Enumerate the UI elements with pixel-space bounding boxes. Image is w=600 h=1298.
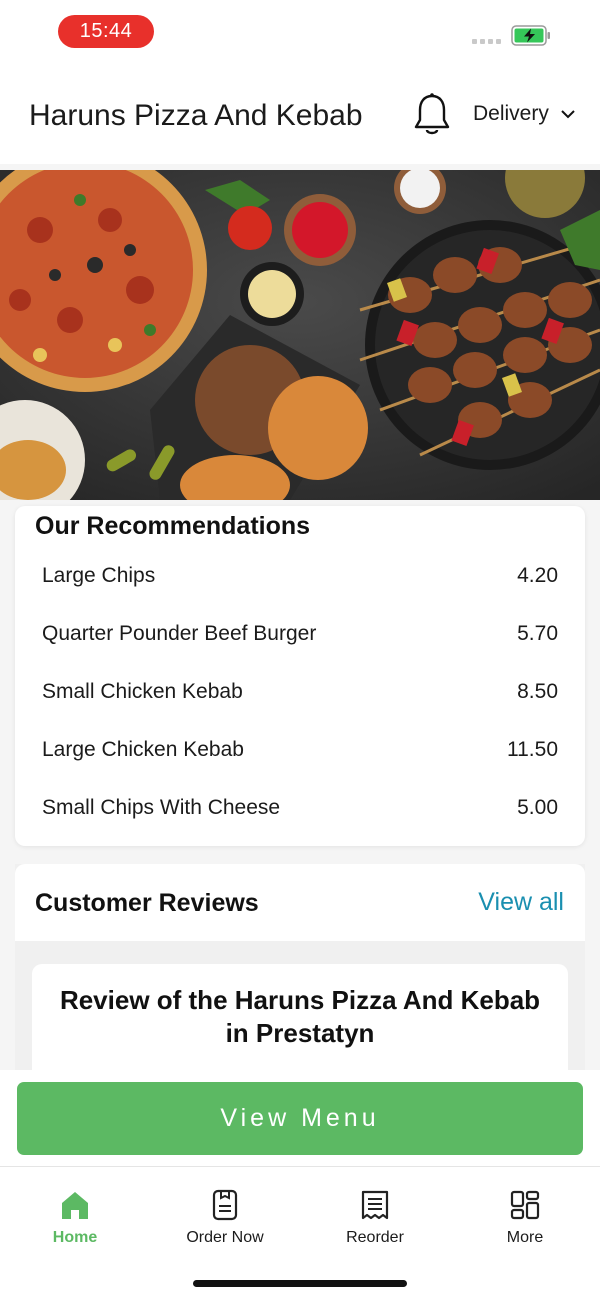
nav-more[interactable]: More xyxy=(465,1189,585,1247)
bell-icon[interactable] xyxy=(411,92,453,138)
food-hero-image xyxy=(0,170,600,500)
nav-reorder[interactable]: Reorder xyxy=(315,1189,435,1247)
list-item[interactable]: Small Chips With Cheese 5.00 xyxy=(42,796,558,820)
delivery-mode-label: Delivery xyxy=(473,102,549,125)
customer-reviews-section: Customer Reviews View all Review of the … xyxy=(15,864,585,1084)
list-item[interactable]: Large Chicken Kebab 11.50 xyxy=(42,738,558,762)
nav-label: Home xyxy=(52,1229,98,1246)
nav-order-now[interactable]: Order Now xyxy=(165,1189,285,1247)
item-name: Small Chips With Cheese xyxy=(42,796,281,819)
nav-home[interactable]: Home xyxy=(15,1189,135,1247)
item-price: 11.50 xyxy=(507,738,558,761)
item-name: Large Chicken Kebab xyxy=(42,738,244,761)
view-menu-button[interactable]: View Menu xyxy=(17,1082,583,1155)
reviews-header: Customer Reviews View all xyxy=(15,864,585,941)
item-name: Quarter Pounder Beef Burger xyxy=(42,622,317,645)
recommendations-card: Our Recommendations Large Chips 4.20 Qua… xyxy=(15,506,585,846)
item-name: Large Chips xyxy=(42,564,156,587)
status-bar: 15:44 xyxy=(0,0,600,66)
chevron-down-icon xyxy=(561,110,575,119)
list-item[interactable]: Quarter Pounder Beef Burger 5.70 xyxy=(42,622,558,646)
item-price: 4.20 xyxy=(517,564,558,587)
item-price: 8.50 xyxy=(517,680,558,703)
item-price: 5.70 xyxy=(517,622,558,645)
review-heading: Review of the Haruns Pizza And Kebab in … xyxy=(59,985,541,1048)
item-name: Small Chicken Kebab xyxy=(42,680,243,703)
home-indicator xyxy=(193,1280,407,1287)
receipt-icon xyxy=(361,1190,389,1220)
item-price: 5.00 xyxy=(517,796,558,819)
nav-label: More xyxy=(506,1229,544,1246)
review-card[interactable]: Review of the Haruns Pizza And Kebab in … xyxy=(32,964,568,1084)
signal-icon xyxy=(472,39,501,44)
battery-icon xyxy=(511,25,550,46)
grid-icon xyxy=(510,1190,540,1220)
store-name: Haruns Pizza And Kebab xyxy=(29,99,363,132)
list-item[interactable]: Small Chicken Kebab 8.50 xyxy=(42,680,558,704)
app-header: Haruns Pizza And Kebab Delivery xyxy=(0,66,600,164)
view-all-reviews-link[interactable]: View all xyxy=(478,888,564,917)
recommendations-title: Our Recommendations xyxy=(35,512,311,540)
reviews-title: Customer Reviews xyxy=(35,889,259,917)
list-item[interactable]: Large Chips 4.20 xyxy=(42,564,558,588)
status-time: 15:44 xyxy=(58,15,154,48)
home-icon xyxy=(62,1192,88,1219)
nav-label: Order Now xyxy=(186,1229,264,1246)
bottom-navigation: Home Order Now Reorder More xyxy=(0,1166,600,1298)
nav-label: Reorder xyxy=(346,1229,404,1246)
cta-area: View Menu xyxy=(0,1070,600,1166)
order-icon xyxy=(212,1189,238,1221)
delivery-mode-selector[interactable]: Delivery xyxy=(473,102,575,126)
